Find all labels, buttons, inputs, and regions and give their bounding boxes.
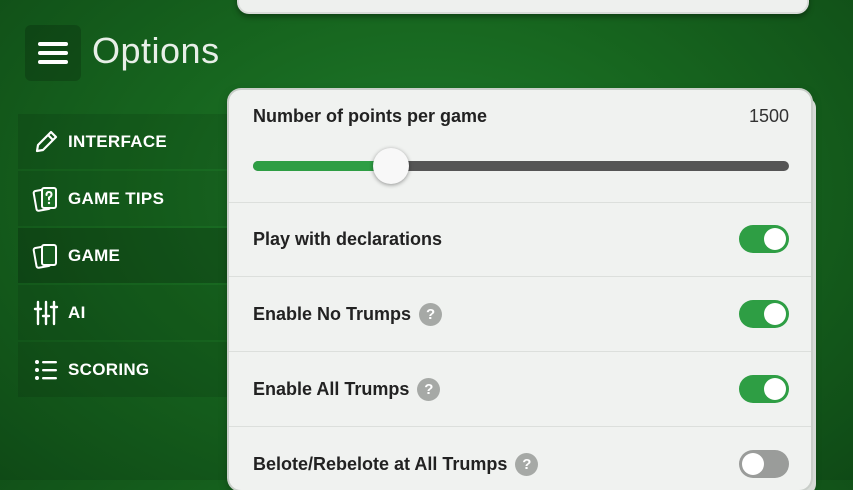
sidebar-item-label: AI (68, 302, 86, 322)
all-trumps-toggle[interactable] (739, 375, 789, 403)
card-question-icon (32, 185, 60, 213)
points-row: Number of points per game 1500 (253, 106, 789, 127)
points-value: 1500 (748, 106, 789, 126)
no-trumps-text: Enable No Trumps (253, 303, 412, 324)
help-icon[interactable]: ? (515, 452, 539, 476)
top-panel (237, 0, 809, 14)
sidebar-item-label: SCORING (68, 359, 150, 379)
sidebar-item-game[interactable]: GAME (18, 228, 228, 283)
sidebar-item-scoring[interactable]: SCORING (18, 342, 228, 397)
no-trumps-toggle[interactable] (739, 300, 789, 328)
slider-thumb[interactable] (373, 148, 410, 184)
sidebar-item-label: GAME (68, 245, 121, 265)
points-slider[interactable] (253, 148, 789, 184)
menu-button[interactable] (25, 25, 81, 81)
points-label: Number of points per game (253, 106, 488, 126)
sidebar-item-label: INTERFACE (68, 131, 168, 151)
declarations-row: Play with declarations (253, 225, 789, 253)
belote-row: Belote/Rebelote at All Trumps ? (253, 450, 789, 478)
cards-icon (32, 242, 60, 270)
sidebar-item-label: GAME TIPS (68, 188, 165, 208)
all-trumps-row: Enable All Trumps ? (253, 375, 789, 403)
declarations-label: Play with declarations (253, 228, 443, 249)
game-settings-card: Number of points per game 1500 Play with… (229, 90, 811, 490)
sidebar: INTERFACE GAME TIPS GAME AI SCORING (18, 114, 228, 399)
help-icon[interactable]: ? (417, 377, 441, 401)
toggle-knob (764, 303, 786, 325)
sidebar-item-interface[interactable]: INTERFACE (18, 114, 228, 169)
belote-text: Belote/Rebelote at All Trumps (253, 453, 508, 474)
belote-label: Belote/Rebelote at All Trumps ? (253, 452, 539, 476)
divider (229, 202, 811, 203)
page-title: Options (92, 30, 220, 71)
belote-toggle[interactable] (739, 450, 789, 478)
sidebar-item-ai[interactable]: AI (18, 285, 228, 340)
all-trumps-text: Enable All Trumps (253, 378, 410, 399)
list-icon (32, 356, 60, 384)
help-icon[interactable]: ? (419, 302, 443, 326)
pencil-icon (32, 128, 60, 156)
no-trumps-row: Enable No Trumps ? (253, 300, 789, 328)
no-trumps-label: Enable No Trumps ? (253, 302, 443, 326)
sliders-icon (32, 299, 60, 327)
all-trumps-label: Enable All Trumps ? (253, 377, 441, 401)
divider (229, 426, 811, 427)
slider-fill (253, 161, 392, 171)
declarations-toggle[interactable] (739, 225, 789, 253)
hamburger-icon (38, 42, 68, 64)
toggle-knob (742, 453, 764, 475)
toggle-knob (764, 228, 786, 250)
divider (229, 276, 811, 277)
divider (229, 351, 811, 352)
toggle-knob (764, 378, 786, 400)
sidebar-item-game-tips[interactable]: GAME TIPS (18, 171, 228, 226)
